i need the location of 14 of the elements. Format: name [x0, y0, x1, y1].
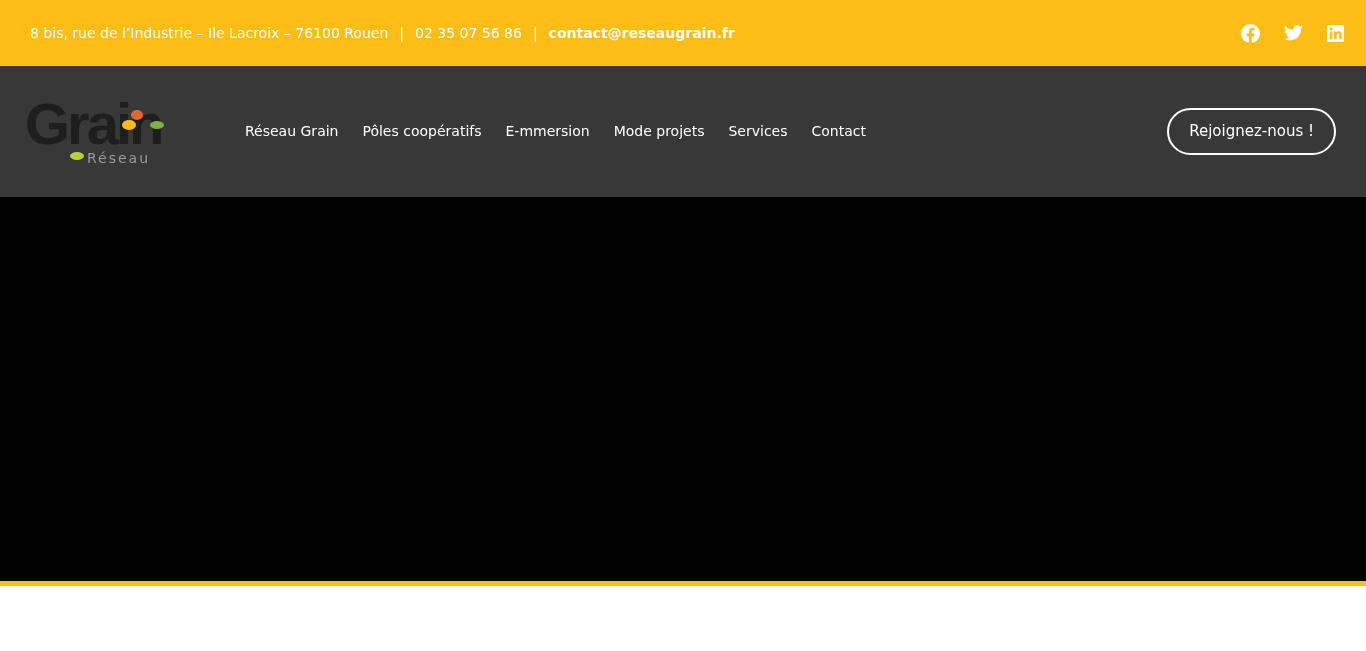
separator-text: |: [532, 23, 538, 44]
nav-link-item[interactable]: Mode projets: [613, 121, 705, 142]
facebook-icon[interactable]: [1241, 23, 1260, 43]
phone-text: 02 35 07 56 86: [415, 23, 522, 43]
bird-icon[interactable]: [1284, 25, 1303, 41]
address-text: 8 bis, rue de l’Industrie – Ile Lacroix – 76100 Rouen: [30, 23, 389, 43]
linkedin-icon[interactable]: [1327, 24, 1344, 42]
nav-link-item[interactable]: Services: [728, 121, 788, 142]
nav-link-item[interactable]: Pôles coopératifs: [362, 121, 482, 142]
nav-link-item[interactable]: Réseau Grain: [245, 121, 339, 142]
nav-link-item[interactable]: Contact: [811, 121, 866, 142]
nav-link-item[interactable]: E-mmersion: [505, 121, 590, 142]
join-button[interactable]: Rejoignez-nous !: [1167, 108, 1336, 155]
separator-text: |: [399, 23, 404, 44]
